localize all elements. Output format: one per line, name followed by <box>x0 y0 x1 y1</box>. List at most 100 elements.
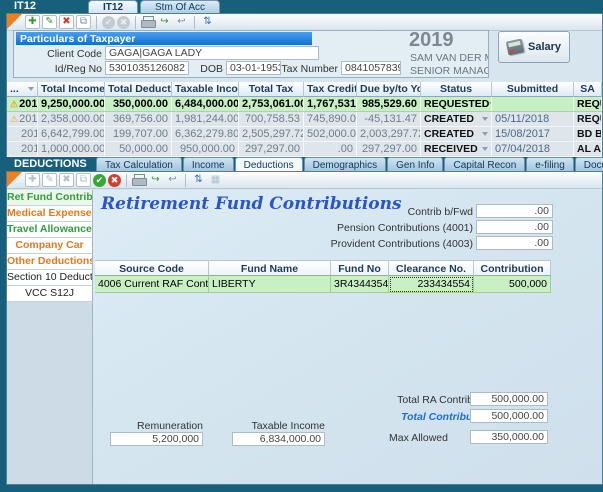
status-select[interactable]: RECEIVED <box>421 142 492 156</box>
new-record-icon[interactable]: ✚ <box>25 15 40 29</box>
status-select[interactable]: CREATED <box>421 127 492 141</box>
total-contributions-field[interactable]: 500,000.00 <box>470 409 548 423</box>
column-total-deductions[interactable]: Total Deductions <box>105 82 172 97</box>
total-ra-field[interactable]: 500,000.00 <box>470 392 548 406</box>
column-status[interactable]: Status <box>421 82 492 97</box>
tab-capital-recon[interactable]: Capital Recon <box>444 157 525 172</box>
cell-fund-name[interactable]: LIBERTY <box>209 276 331 293</box>
import-icon[interactable]: ↩ <box>165 173 180 187</box>
delete-record-icon[interactable]: ✖ <box>59 15 74 29</box>
column-submitted[interactable]: Submitted <box>492 82 574 97</box>
fund-grid-header: Source Code Fund Name Fund No Clearance … <box>95 260 551 276</box>
column-sars[interactable]: SA <box>574 82 602 97</box>
tab-demographics[interactable]: Demographics <box>304 157 386 172</box>
print-icon[interactable] <box>132 174 146 186</box>
id-reg-field[interactable]: 5301035126082 <box>105 61 189 75</box>
taxable-income-field[interactable]: 6,834,000.00 <box>232 432 325 446</box>
calculator-icon <box>506 38 525 55</box>
sidebar-item-medical-expenses[interactable]: Medical Expenses <box>7 206 93 222</box>
sidebar-item-vcc-s12j[interactable]: VCC S12J <box>7 286 93 302</box>
tab-deductions[interactable]: Deductions <box>235 157 303 172</box>
tab-stm-of-acc[interactable]: Stm Of Acc <box>140 0 220 14</box>
sidebar-item-ret-fund-contrib[interactable]: Ret Fund Contrib <box>7 190 93 206</box>
cell-taxable-income: 950,000.00 <box>172 142 239 156</box>
cell-sars: REQUE <box>574 112 602 126</box>
edit-record-icon[interactable]: ✎ <box>42 15 57 29</box>
pension-field[interactable]: .00 <box>476 220 553 234</box>
column-fund-no[interactable]: Fund No <box>331 260 389 276</box>
contrib-bfwd-field[interactable]: .00 <box>476 204 553 218</box>
column-clearance-no[interactable]: Clearance No. <box>389 260 474 276</box>
cancel-icon[interactable]: ✖ <box>108 174 121 187</box>
delete-record-icon-disabled: ✖ <box>59 173 74 187</box>
export-icon[interactable]: ↪ <box>148 173 163 187</box>
max-allowed-field[interactable]: 350,000.00 <box>470 430 548 444</box>
cell-clearance-no[interactable]: 233434554 <box>389 276 474 293</box>
copy-record-icon[interactable]: ⧉ <box>76 15 91 29</box>
cell-total-income: 6,642,799.00 <box>38 127 105 141</box>
sync-icon[interactable]: ⇅ <box>191 173 206 187</box>
column-total-tax[interactable]: Total Tax <box>239 82 304 97</box>
tab-it12[interactable]: IT12 <box>88 0 138 14</box>
sidebar-item-section-10-deductions[interactable]: Section 10 Deductions <box>7 270 93 286</box>
column-fund-name[interactable]: Fund Name <box>209 260 331 276</box>
column-due[interactable]: Due by/to You <box>357 82 421 97</box>
dropdown-chevron-icon <box>482 132 488 136</box>
column-total-income[interactable]: Total Income <box>38 82 105 97</box>
cell-total-deductions: 369,756.00 <box>105 112 172 126</box>
column-source-code[interactable]: Source Code <box>95 260 209 276</box>
sidebar-item-company-car[interactable]: Company Car <box>7 238 93 254</box>
deductions-panel-title: DEDUCTIONS <box>14 158 87 170</box>
particulars-header: Particulars of Taxpayer <box>16 32 312 45</box>
status-select[interactable]: CREATED <box>421 112 492 126</box>
column-year[interactable]: ... <box>7 82 38 97</box>
cell-tax-credits: 502,000.00 <box>304 127 357 141</box>
cell-taxable-income: 1,981,244.00 <box>172 112 239 126</box>
cell-total-tax: 700,758.53 <box>239 112 304 126</box>
fund-grid-row[interactable]: 4006 Current RAF Contribution LIBERTY 3R… <box>95 276 551 293</box>
cell-fund-no[interactable]: 3R43443545 <box>331 276 389 293</box>
column-contribution[interactable]: Contribution <box>474 260 551 276</box>
status-select[interactable]: REQUESTED <box>421 97 492 111</box>
tab-income[interactable]: Income <box>183 157 234 172</box>
toolbar-separator <box>194 16 195 29</box>
client-code-label: Client Code <box>14 48 102 60</box>
cell-submitted: 07/04/2018 <box>492 142 574 156</box>
cell-source-code[interactable]: 4006 Current RAF Contribution <box>95 276 209 293</box>
pension-label: Pension Contributions (4001) <box>273 222 473 234</box>
application-window: IT12 IT12 Stm Of Acc ✚ ✎ ✖ ⧉ ✔ ✖ ↪ ↩ ⇅ P… <box>0 0 603 492</box>
sidebar-item-other-deductions[interactable]: Other Deductions <box>7 254 93 270</box>
provident-field[interactable]: .00 <box>476 236 553 250</box>
cell-due: -45,131.47 <box>357 112 421 126</box>
warning-icon: ⚠ <box>10 112 18 126</box>
years-grid-header: ... Total Income Total Deductions Taxabl… <box>7 82 602 97</box>
import-icon[interactable]: ↩ <box>174 15 189 29</box>
tab-documents[interactable]: Documents <box>575 157 603 172</box>
preparer-role: SENIOR MANAGER <box>410 65 488 77</box>
print-icon[interactable] <box>141 16 155 28</box>
year-row-2018[interactable]: ⚠2018 2,358,000.00 369,756.00 1,981,244.… <box>7 112 602 127</box>
tax-number-field[interactable]: 0841057839 <box>341 61 401 75</box>
client-code-field[interactable]: GAGA|GAGA LADY <box>105 46 319 60</box>
tab-e-filing[interactable]: e-filing <box>526 157 573 172</box>
column-tax-credits[interactable]: Tax Credits <box>304 82 357 97</box>
year-row-2017[interactable]: 2017 6,642,799.00 199,707.00 6,362,279.8… <box>7 127 602 142</box>
accept-icon[interactable]: ✔ <box>93 174 106 187</box>
cell-total-income: 1,000,000.00 <box>38 142 105 156</box>
cell-tax-credits: .00 <box>304 142 357 156</box>
remuneration-field[interactable]: 5,200,000 <box>110 432 203 446</box>
tab-gen-info[interactable]: Gen Info <box>387 157 443 172</box>
column-taxable-income[interactable]: Taxable Income <box>172 82 239 97</box>
sync-icon[interactable]: ⇅ <box>200 15 215 29</box>
year-row-2016[interactable]: 2016 1,000,000.00 50,000.00 950,000.00 2… <box>7 142 602 157</box>
sidebar-item-travel-allowances[interactable]: Travel Allowances <box>7 222 93 238</box>
cell-submitted: 15/08/2017 <box>492 127 574 141</box>
tab-tax-calculation[interactable]: Tax Calculation <box>96 157 182 172</box>
export-icon[interactable]: ↪ <box>157 15 172 29</box>
cell-contribution[interactable]: 500,000 <box>474 276 551 293</box>
retirement-fund-content: Retirement Fund Contributions Contrib b/… <box>93 190 602 484</box>
salary-button[interactable]: Salary <box>498 31 570 63</box>
salary-button-label: Salary <box>528 41 561 53</box>
year-row-2019[interactable]: ⚠2019 9,250,000.00 350,000.00 6,484,000.… <box>7 97 602 112</box>
cancel-icon-disabled: ✖ <box>117 16 130 29</box>
